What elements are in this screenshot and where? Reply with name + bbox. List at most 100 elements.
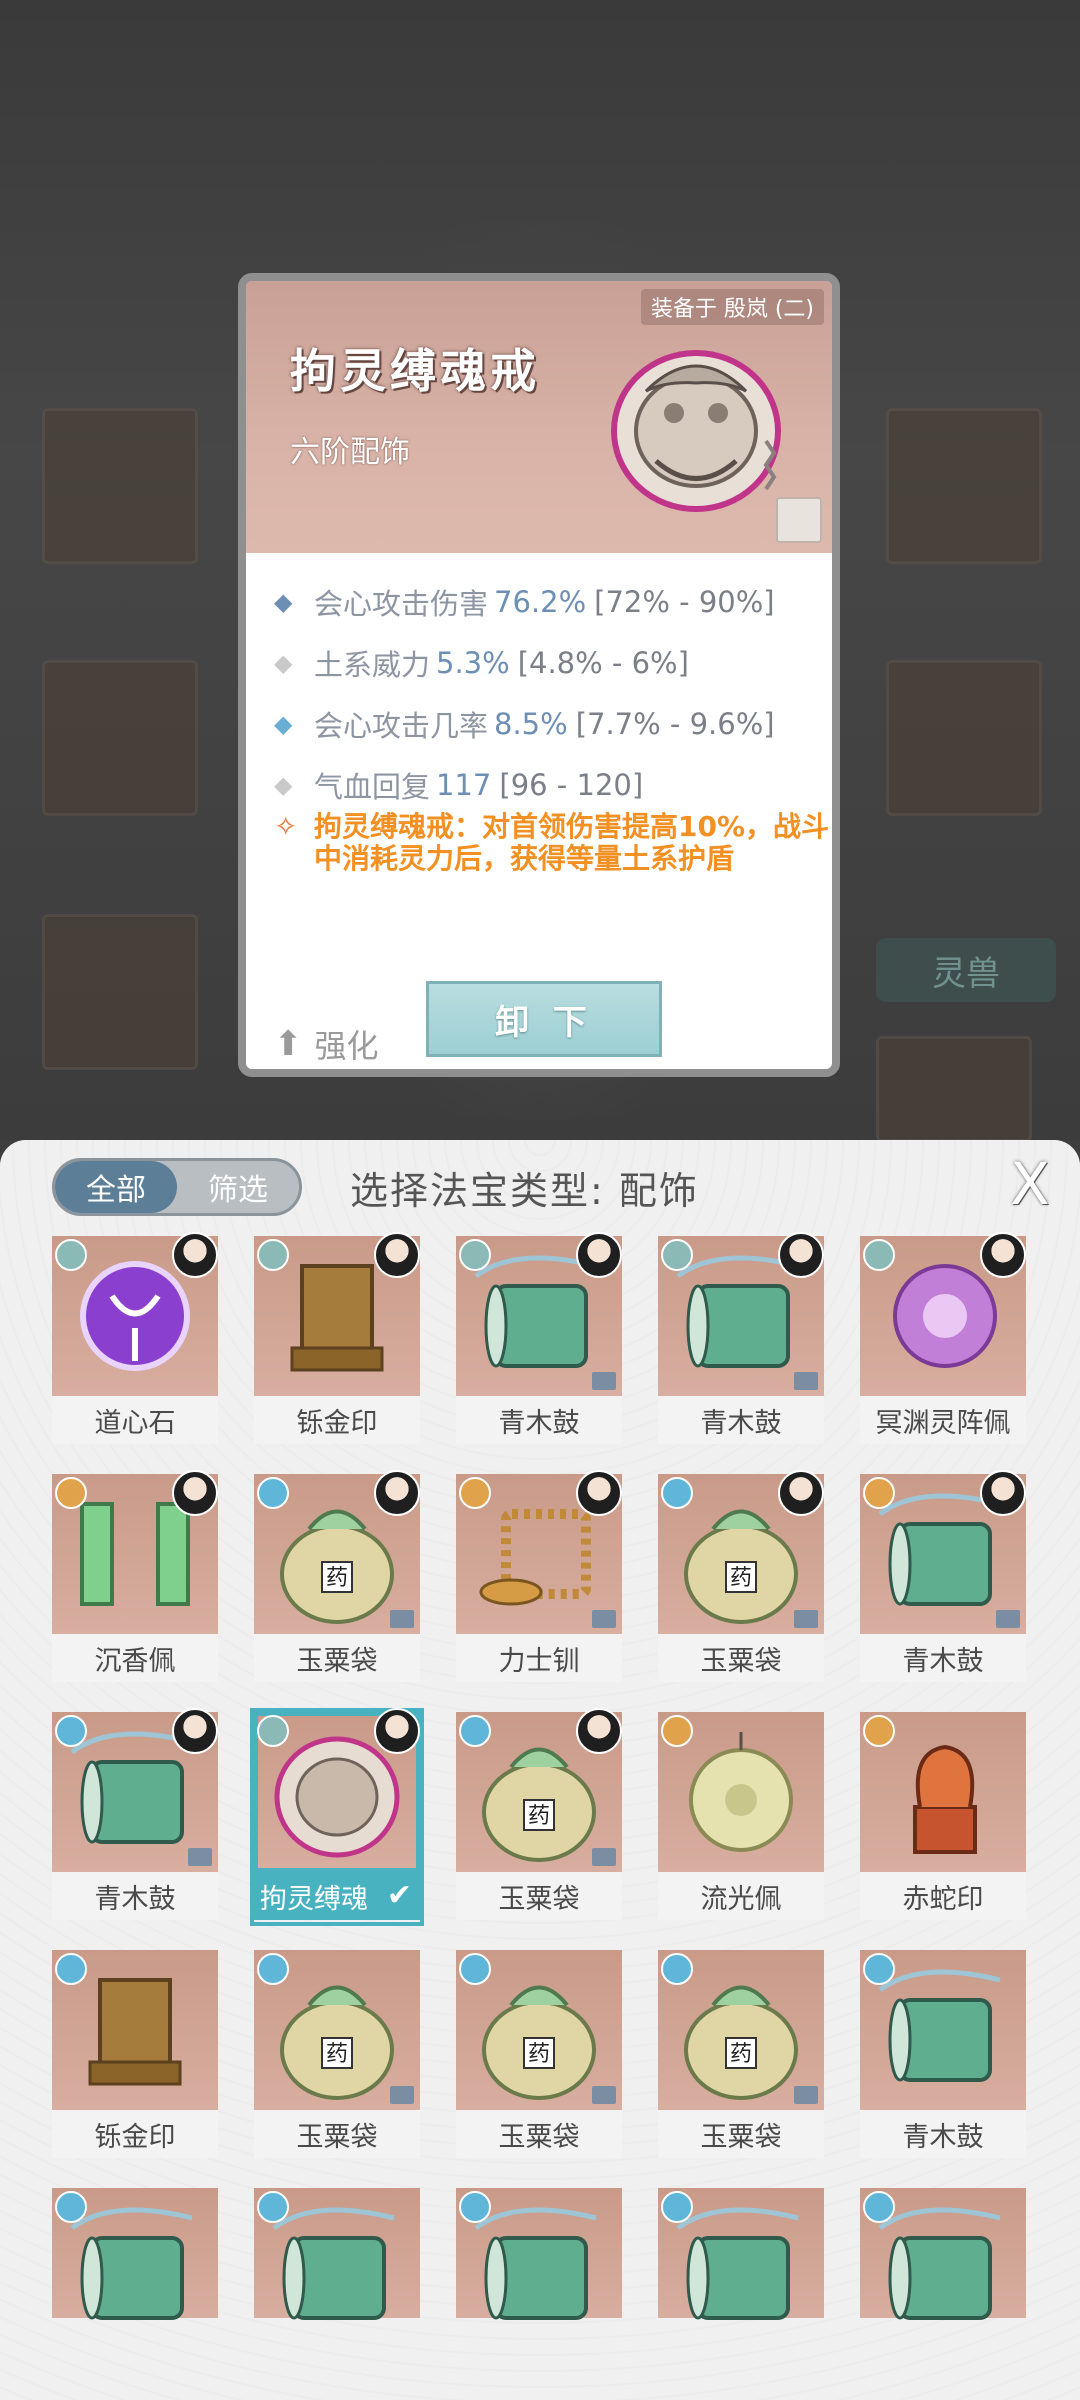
element-bead-icon: [55, 2191, 87, 2223]
locked-tag-icon: [390, 2086, 414, 2104]
item-card-label: 青木鼓: [658, 1396, 824, 1444]
item-card[interactable]: 药玉粟袋: [254, 1950, 420, 2160]
item-card[interactable]: 铄金印: [254, 1232, 420, 1446]
svg-text:药: 药: [326, 1566, 348, 1591]
stat-name: 土系威力: [314, 647, 431, 682]
panel-title: 选择法宝类型: 配饰: [350, 1169, 699, 1213]
element-bead-icon: [661, 1715, 693, 1747]
item-card[interactable]: 力士钏: [456, 1470, 622, 1684]
item-card[interactable]: 青木鼓: [52, 1708, 218, 1922]
item-card-label: 沉香佩: [52, 1634, 218, 1682]
svg-text:药: 药: [528, 1804, 550, 1829]
element-bead-icon: [257, 1953, 289, 1985]
svg-text:药: 药: [326, 2042, 348, 2067]
item-card[interactable]: 药玉粟袋: [456, 1708, 622, 1922]
special-effect-icon: ✧: [274, 810, 298, 843]
item-card-label: 玉粟袋: [658, 2110, 824, 2158]
item-card-label: 铄金印: [52, 2110, 218, 2158]
owner-avatar: [980, 1470, 1026, 1516]
stat-marker-icon: ◆: [274, 587, 293, 616]
element-bead-icon: [863, 1715, 895, 1747]
stat-value: 76.2%: [494, 584, 587, 619]
item-card[interactable]: 药玉粟袋: [658, 1950, 824, 2160]
item-card[interactable]: 铄金印: [52, 1950, 218, 2160]
stat-value: 8.5%: [494, 706, 568, 741]
item-card[interactable]: 药玉粟袋: [456, 1950, 622, 2160]
enhance-button[interactable]: ⬆ 强化: [274, 1021, 379, 1067]
special-effect-text: 拘灵缚魂戒：对首领伤害提高10%，战斗中消耗灵力后，获得等量土系护盾: [314, 810, 830, 875]
special-effect: ✧ 拘灵缚魂戒：对首领伤害提高10%，战斗中消耗灵力后，获得等量土系护盾: [274, 811, 830, 875]
item-card-label: 力士钏: [456, 1634, 622, 1682]
element-bead-icon: [459, 1477, 491, 1509]
item-card-label: 玉粟袋: [254, 1634, 420, 1682]
item-card[interactable]: [52, 2188, 218, 2320]
locked-tag-icon: [390, 1610, 414, 1628]
element-bead-icon: [459, 1953, 491, 1985]
stat-value: 5.3%: [436, 645, 510, 680]
locked-tag-icon: [794, 2086, 818, 2104]
item-card-label: 冥渊灵阵佩: [860, 1396, 1026, 1444]
element-bead-icon: [257, 1477, 289, 1509]
item-card[interactable]: 药玉粟袋: [254, 1470, 420, 1684]
close-icon[interactable]: X: [1000, 1154, 1060, 1214]
enhance-label: 强化: [314, 1027, 379, 1065]
item-card-label: 赤蛇印: [860, 1872, 1026, 1920]
item-card-label: 青木鼓: [860, 2110, 1026, 2158]
item-card-selected[interactable]: 拘灵缚魂 ✔: [250, 1708, 424, 1926]
item-card-label: 玉粟袋: [456, 2110, 622, 2158]
element-bead-icon: [863, 2191, 895, 2223]
stat-row: ◆ 土系威力 5.3% [4.8% - 6%]: [274, 632, 832, 693]
element-bead-icon: [863, 1477, 895, 1509]
item-card[interactable]: 流光佩: [658, 1712, 824, 1922]
item-card[interactable]: 冥渊灵阵佩: [860, 1232, 1026, 1446]
item-card[interactable]: 道心石: [52, 1232, 218, 1446]
filter-all-tab[interactable]: 全部: [55, 1161, 177, 1213]
locked-tag-icon: [592, 1610, 616, 1628]
item-card[interactable]: [456, 2188, 622, 2320]
stat-row: ◆ 会心攻击几率 8.5% [7.7% - 9.6%]: [274, 693, 832, 754]
stat-row: ◆ 气血回复 117 [96 - 120]: [274, 754, 832, 815]
upgrade-arrow-icon: ⬆: [274, 1024, 303, 1064]
item-card-label: 青木鼓: [860, 1634, 1026, 1682]
item-card[interactable]: 青木鼓: [860, 1470, 1026, 1684]
spirit-beast-tab-label: 灵兽: [932, 953, 1000, 994]
item-card[interactable]: [658, 2188, 824, 2320]
stat-marker-icon: ◆: [274, 709, 293, 738]
item-card[interactable]: 青木鼓: [456, 1232, 622, 1446]
filter-screen-tab[interactable]: 筛选: [177, 1161, 299, 1213]
element-bead-icon: [661, 1953, 693, 1985]
item-card[interactable]: 药玉粟袋: [658, 1470, 824, 1684]
equip-slot-accessory-2: [886, 660, 1042, 816]
lock-toggle-icon[interactable]: [776, 497, 822, 543]
equip-slot-beast: [876, 1036, 1032, 1142]
unequip-button[interactable]: 卸 下: [426, 981, 662, 1057]
filter-segment: 全部 筛选: [52, 1158, 302, 1216]
owner-avatar: [576, 1470, 622, 1516]
item-card[interactable]: [254, 2188, 420, 2320]
item-card[interactable]: 沉香佩: [52, 1470, 218, 1684]
element-bead-icon: [257, 1715, 289, 1747]
item-card[interactable]: 青木鼓: [658, 1232, 824, 1446]
equip-slot-boots: [42, 914, 198, 1070]
spirit-beast-tab: 灵兽: [876, 938, 1056, 1002]
item-grade: 六阶配饰: [290, 435, 410, 470]
stat-value: 117: [436, 767, 492, 802]
owner-avatar: [778, 1232, 824, 1278]
locked-tag-icon: [996, 1610, 1020, 1628]
item-select-panel: 全部 筛选 选择法宝类型: 配饰 X 道心石 铄金印 青木鼓 青木鼓 冥渊灵阵佩 沉香佩药…: [0, 1140, 1080, 2400]
item-card[interactable]: 青木鼓: [860, 1950, 1026, 2160]
element-bead-icon: [55, 1715, 87, 1747]
element-bead-icon: [459, 2191, 491, 2223]
element-bead-icon: [55, 1953, 87, 1985]
owner-avatar: [576, 1708, 622, 1754]
ring-artwork-icon: [611, 350, 781, 512]
stat-marker-icon: ◆: [274, 770, 293, 799]
svg-text:药: 药: [730, 1566, 752, 1591]
item-card[interactable]: 赤蛇印: [860, 1712, 1026, 1922]
owner-avatar: [374, 1232, 420, 1278]
equip-slot-weapon: [42, 408, 198, 564]
item-card[interactable]: [860, 2188, 1026, 2320]
owner-avatar: [172, 1470, 218, 1516]
equip-slot-armor: [42, 660, 198, 816]
owner-avatar: [374, 1470, 420, 1516]
